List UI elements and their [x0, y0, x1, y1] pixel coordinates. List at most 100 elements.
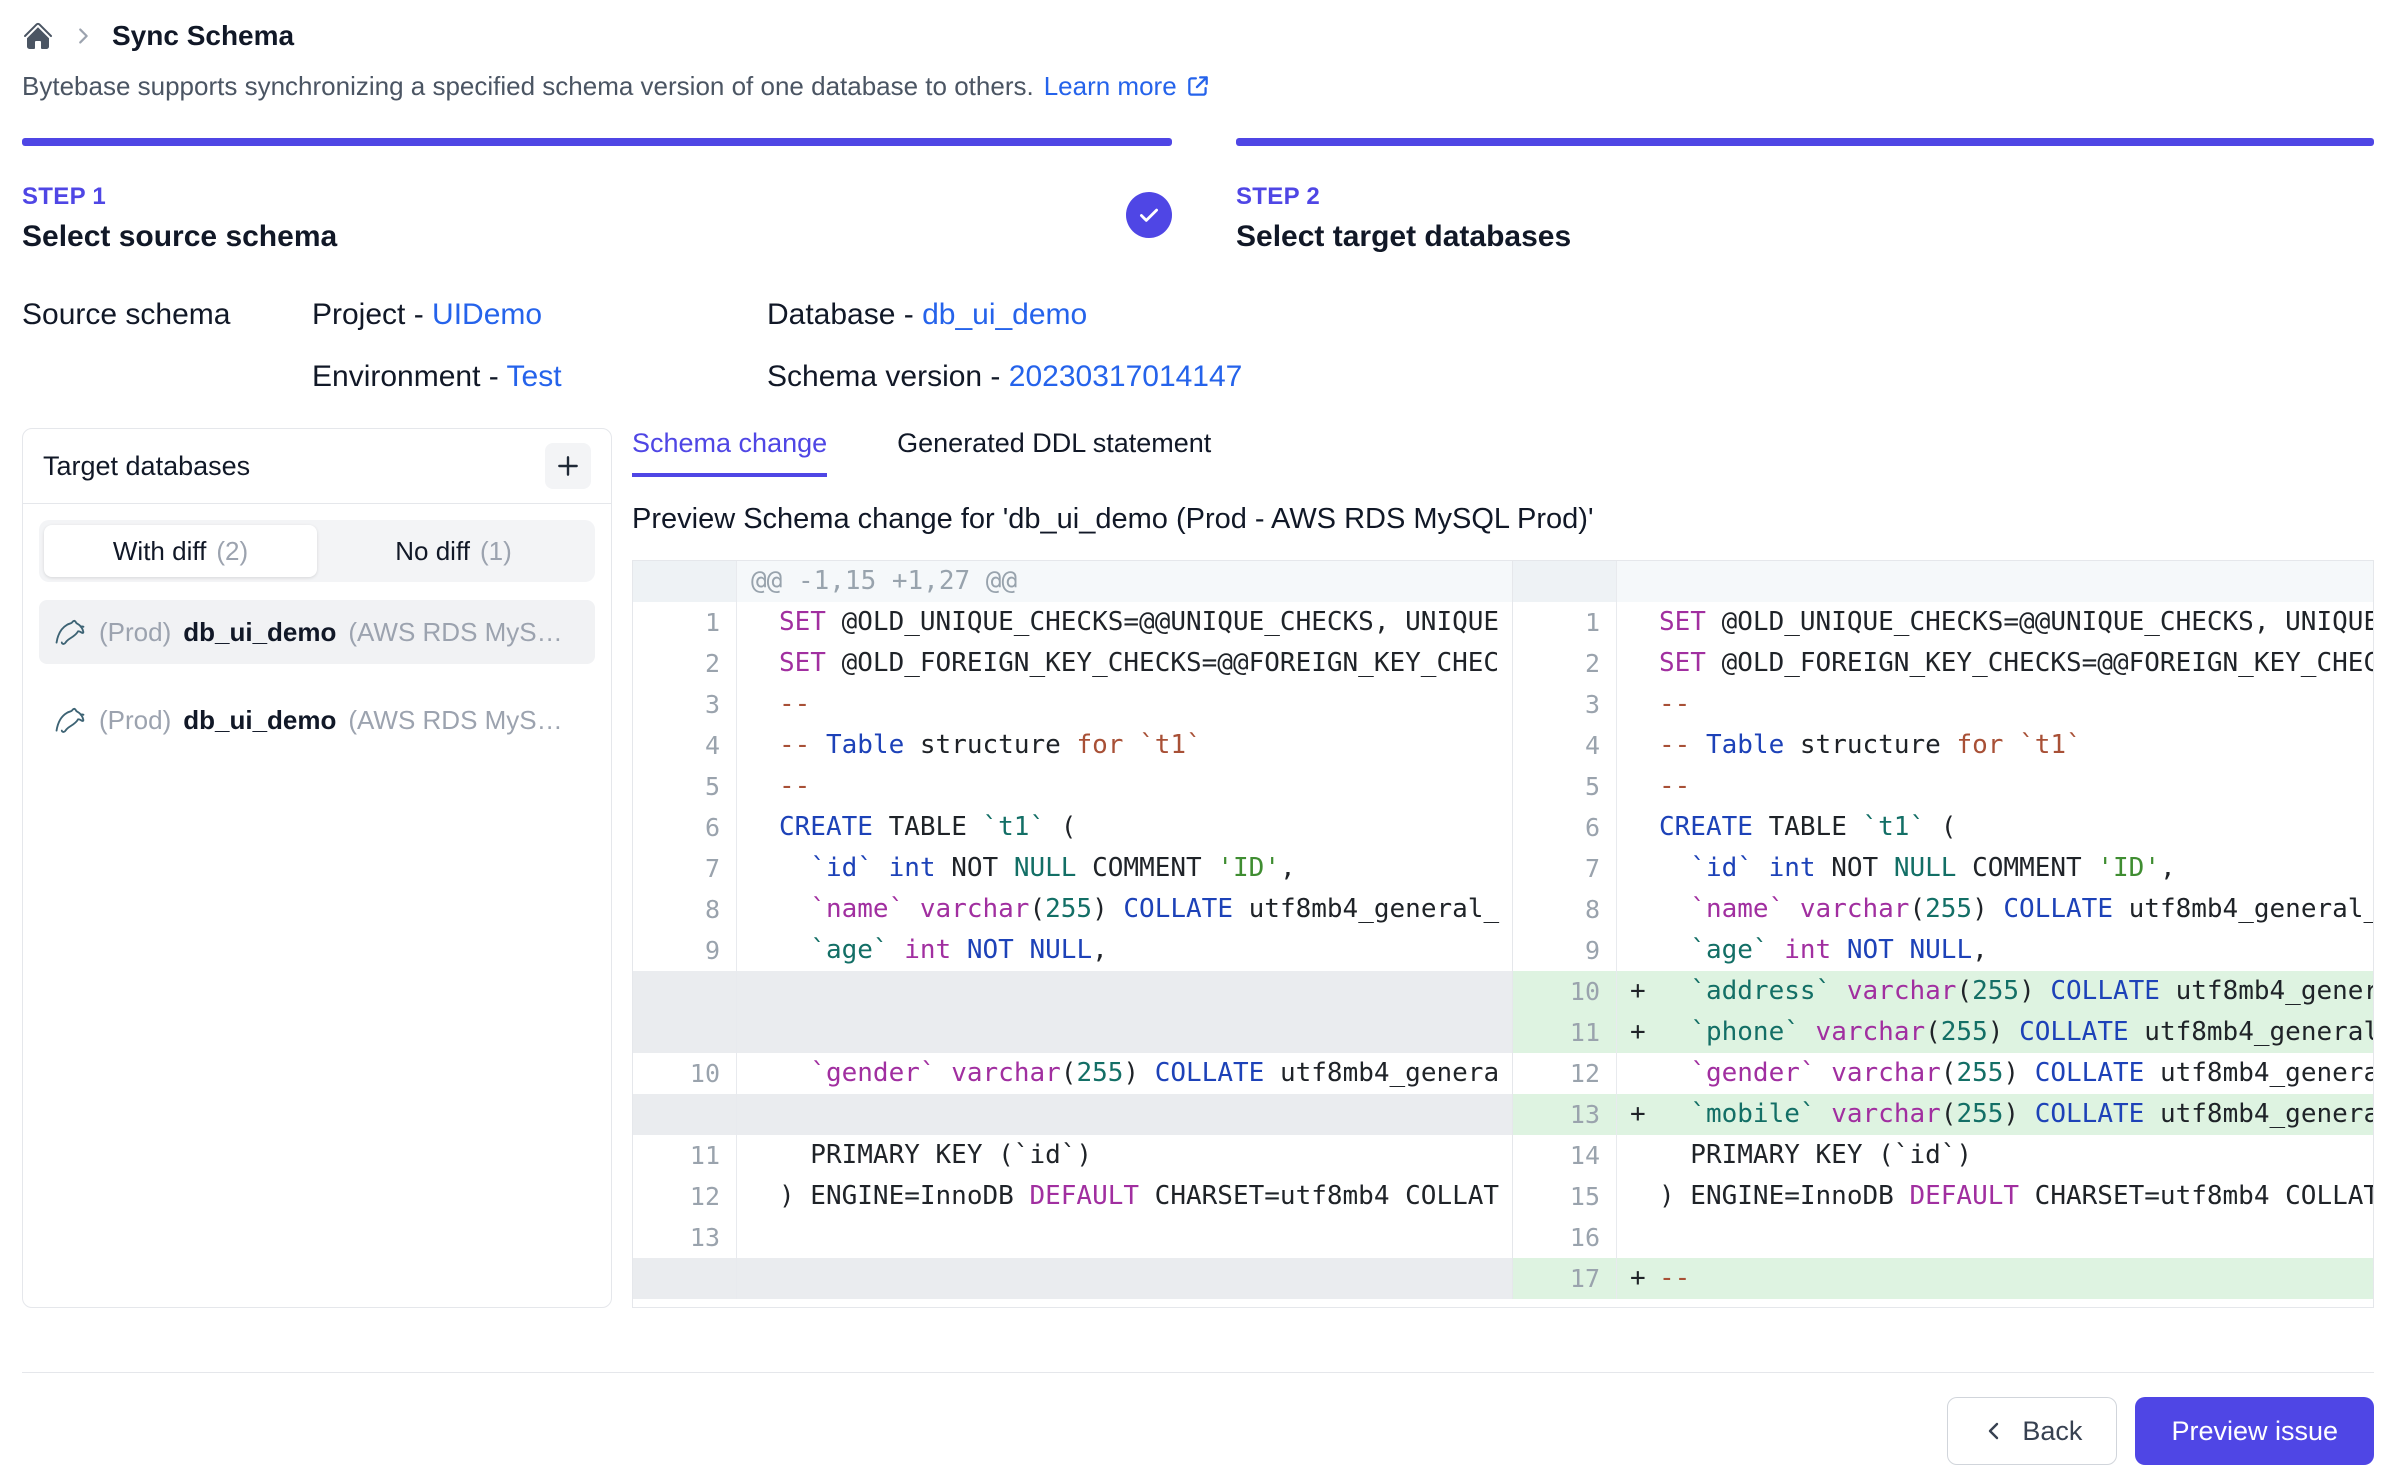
- diff-hunk-header: @@ -1,15 +1,27 @@: [737, 561, 1513, 602]
- intro-description: Bytebase supports synchronizing a specif…: [22, 68, 1034, 104]
- field-database-label: Database -: [767, 298, 914, 331]
- step-2-title: Select target databases: [1236, 218, 2374, 256]
- diff-line-number: 6: [1513, 807, 1617, 848]
- diff-line-number: 12: [1513, 1053, 1617, 1094]
- diff-code-line: [737, 971, 1513, 1012]
- db-environment: (Prod): [99, 705, 171, 736]
- tab-with-diff[interactable]: With diff (2): [44, 525, 317, 577]
- back-button[interactable]: Back: [1947, 1397, 2117, 1465]
- db-environment: (Prod): [99, 617, 171, 648]
- diff-code-line: `id` int NOT NULL COMMENT 'ID',: [737, 848, 1513, 889]
- diff-line-number: 10: [1513, 971, 1617, 1012]
- target-database-item[interactable]: (Prod) db_ui_demo (AWS RDS MySQL Prod): [39, 600, 595, 664]
- step-2-eyebrow: STEP 2: [1236, 182, 2374, 212]
- preview-panel: Schema change Generated DDL statement Pr…: [632, 428, 2374, 1308]
- diff-code-line: --: [1617, 684, 2373, 725]
- diff-line-number: 3: [1513, 684, 1617, 725]
- diff-line-number: 8: [1513, 889, 1617, 930]
- diff-line-number: 7: [1513, 848, 1617, 889]
- chevron-left-icon: [1982, 1419, 2006, 1443]
- intro-text: Bytebase supports synchronizing a specif…: [22, 68, 2374, 104]
- target-databases-header: Target databases: [23, 429, 611, 504]
- step-1: STEP 1 Select source schema: [22, 138, 1172, 256]
- diff-line-number: 3: [633, 684, 737, 725]
- diff-change-sign: +: [1617, 1258, 1659, 1299]
- field-database: Database - db_ui_demo: [767, 294, 2374, 336]
- diff-line-number: 17: [1513, 1258, 1617, 1299]
- diff-line-number: 1: [1513, 602, 1617, 643]
- back-button-label: Back: [2022, 1416, 2082, 1447]
- diff-code-line: ) ENGINE=InnoDB DEFAULT CHARSET=utf8mb4 …: [1617, 1176, 2373, 1217]
- diff-code-line: -- Table structure for `t1`: [737, 725, 1513, 766]
- step-1-done-badge: [1126, 192, 1172, 238]
- diff-code-line: [737, 1217, 1513, 1258]
- learn-more-link[interactable]: Learn more: [1044, 68, 1211, 104]
- diff-line-number: 5: [1513, 766, 1617, 807]
- home-icon[interactable]: [22, 20, 54, 52]
- diff-line-number: 13: [1513, 1094, 1617, 1135]
- tab-no-diff[interactable]: No diff (1): [317, 525, 590, 577]
- plus-icon: [555, 453, 581, 479]
- diff-code-line: `age` int NOT NULL,: [1617, 930, 2373, 971]
- diff-line-number: 15: [1513, 1176, 1617, 1217]
- diff-line-number: 11: [633, 1135, 737, 1176]
- diff-change-sign: +: [1617, 971, 1659, 1012]
- field-schema-version-value[interactable]: 20230317014147: [1009, 360, 1243, 393]
- diff-code-line: --: [737, 684, 1513, 725]
- footer-actions: Back Preview issue: [22, 1397, 2374, 1465]
- diff-line-number: 5: [633, 766, 737, 807]
- target-database-item[interactable]: (Prod) db_ui_demo (AWS RDS MySQL Prod): [39, 688, 595, 752]
- diff-code-line: --: [1617, 766, 2373, 807]
- preview-tabs: Schema change Generated DDL statement: [632, 428, 2374, 477]
- field-environment-value[interactable]: Test: [507, 360, 562, 393]
- tab-schema-change[interactable]: Schema change: [632, 428, 827, 477]
- field-environment: Environment - Test: [312, 356, 767, 398]
- breadcrumb-chevron-icon: [72, 25, 94, 47]
- source-schema-label: Source schema: [22, 294, 312, 398]
- sync-schema-page: Sync Schema Bytebase supports synchroniz…: [0, 0, 2396, 1480]
- diff-line-number: [633, 1258, 737, 1299]
- tab-no-diff-label: No diff: [395, 536, 470, 567]
- diff-hunk-header: [1617, 561, 2373, 602]
- step-progress: STEP 1 Select source schema STEP 2 Selec…: [22, 138, 2374, 256]
- diff-line-number: 1: [633, 602, 737, 643]
- page-title: Sync Schema: [112, 20, 294, 52]
- step-2-bar: [1236, 138, 2374, 146]
- diff-code-line: `name` varchar(255) COLLATE utf8mb4_gene…: [1617, 889, 2373, 930]
- diff-code-line: + `phone` varchar(255) COLLATE utf8mb4_g…: [1617, 1012, 2373, 1053]
- mysql-icon: [53, 615, 87, 649]
- diff-code-line: `gender` varchar(255) COLLATE utf8mb4_ge…: [737, 1053, 1513, 1094]
- diff-code-line: SET @OLD_FOREIGN_KEY_CHECKS=@@FOREIGN_KE…: [737, 643, 1513, 684]
- main-content: Target databases With diff (2) No diff (…: [22, 428, 2374, 1308]
- diff-line-number: 16: [1513, 1217, 1617, 1258]
- field-database-value[interactable]: db_ui_demo: [922, 298, 1087, 331]
- diff-code-line: + `mobile` varchar(255) COLLATE utf8mb4_…: [1617, 1094, 2373, 1135]
- field-environment-label: Environment -: [312, 360, 499, 393]
- tab-no-diff-count: (1): [480, 536, 512, 567]
- add-target-database-button[interactable]: [545, 443, 591, 489]
- tab-with-diff-label: With diff: [113, 536, 206, 567]
- diff-line-number: 10: [633, 1053, 737, 1094]
- diff-line-number: 6: [633, 807, 737, 848]
- diff-code-line: `id` int NOT NULL COMMENT 'ID',: [1617, 848, 2373, 889]
- diff-code-line: SET @OLD_UNIQUE_CHECKS=@@UNIQUE_CHECKS, …: [1617, 602, 2373, 643]
- diff-line-number: 4: [1513, 725, 1617, 766]
- field-project: Project - UIDemo: [312, 294, 767, 336]
- diff-code-line: CREATE TABLE `t1` (: [737, 807, 1513, 848]
- tab-generated-ddl[interactable]: Generated DDL statement: [897, 428, 1211, 477]
- diff-code-line: PRIMARY KEY (`id`): [1617, 1135, 2373, 1176]
- db-instance: (AWS RDS MySQL Prod): [348, 705, 581, 736]
- diff-line-number: 14: [1513, 1135, 1617, 1176]
- diff-line-number: 2: [1513, 643, 1617, 684]
- schema-diff[interactable]: @@ -1,15 +1,27 @@1SET @OLD_UNIQUE_CHECKS…: [632, 560, 2374, 1308]
- target-database-list: (Prod) db_ui_demo (AWS RDS MySQL Prod) (…: [23, 600, 611, 776]
- field-project-value[interactable]: UIDemo: [432, 298, 542, 331]
- preview-issue-button[interactable]: Preview issue: [2135, 1397, 2374, 1465]
- diff-code-line: --: [737, 766, 1513, 807]
- learn-more-label: Learn more: [1044, 68, 1177, 104]
- step-1-bar: [22, 138, 1172, 146]
- diff-line-number: 4: [633, 725, 737, 766]
- diff-code-line: [737, 1094, 1513, 1135]
- diff-code-line: `name` varchar(255) COLLATE utf8mb4_gene…: [737, 889, 1513, 930]
- diff-code-line: PRIMARY KEY (`id`): [737, 1135, 1513, 1176]
